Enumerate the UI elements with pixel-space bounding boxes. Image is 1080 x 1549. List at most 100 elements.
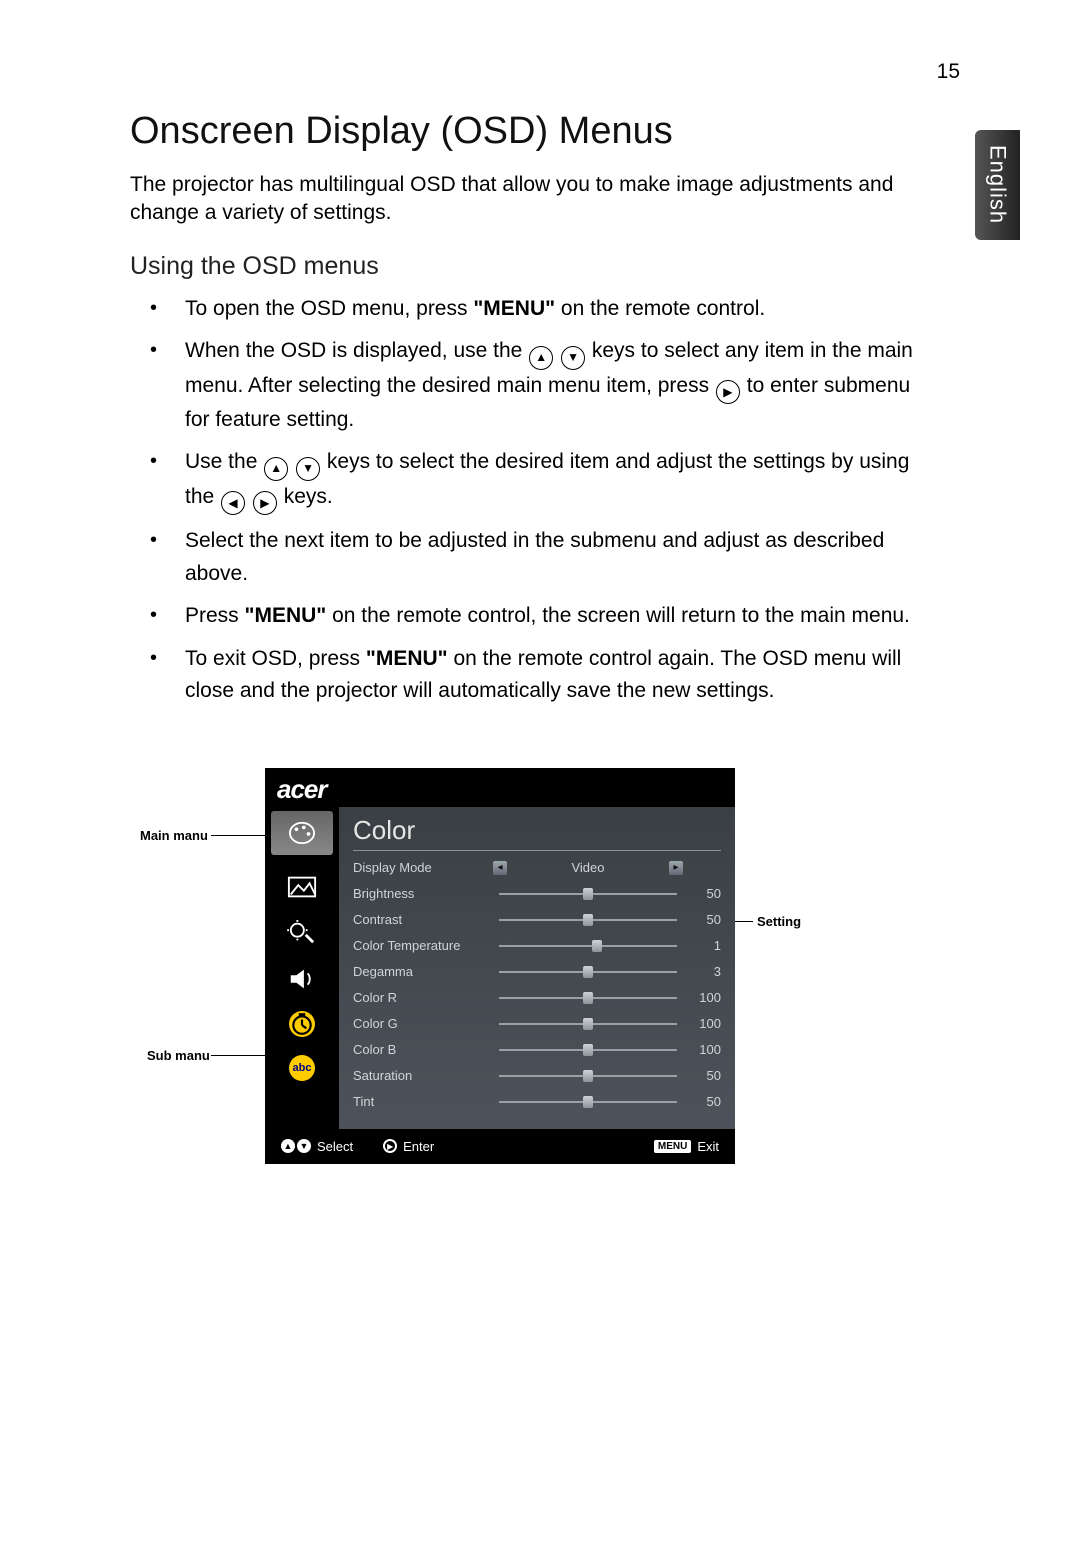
slider-track[interactable] — [499, 1049, 677, 1051]
enter-icon: ▶ — [383, 1139, 397, 1153]
language-tab-label: English — [985, 145, 1011, 224]
bullet-item: Select the next item to be adjusted in t… — [130, 525, 920, 590]
language-icon[interactable]: abc — [289, 1055, 315, 1081]
option-value: Video — [507, 860, 669, 875]
bullet-item: To exit OSD, press "MENU" on the remote … — [130, 643, 920, 708]
up-key-icon: ▲ — [529, 346, 553, 370]
slider-thumb[interactable] — [583, 1044, 593, 1056]
osd-main-panel: Color Display Mode◂Video▸Brightness50Con… — [339, 807, 735, 1129]
management-icon[interactable] — [285, 919, 319, 947]
image-icon[interactable] — [285, 873, 319, 901]
osd-row[interactable]: Brightness50 — [353, 881, 721, 907]
option-control[interactable]: ◂Video▸ — [493, 860, 683, 875]
slider-control[interactable] — [493, 919, 683, 921]
osd-row[interactable]: Color R100 — [353, 985, 721, 1011]
slider-control[interactable] — [493, 1101, 683, 1103]
slider-control[interactable] — [493, 1049, 683, 1051]
slider-value: 3 — [683, 964, 721, 979]
slider-thumb[interactable] — [583, 1070, 593, 1082]
slider-value: 50 — [683, 912, 721, 927]
menu-pill: MENU — [654, 1140, 691, 1153]
text: Press — [185, 604, 245, 627]
slider-value: 50 — [683, 1068, 721, 1083]
text: on the remote control. — [555, 297, 765, 320]
osd-row[interactable]: Contrast 50 — [353, 907, 721, 933]
osd-row[interactable]: Tint50 — [353, 1089, 721, 1115]
menu-key: "MENU" — [366, 647, 448, 670]
osd-figure: Main manu Sub manu Setting acer — [235, 768, 875, 1164]
section-subtitle: Using the OSD menus — [130, 252, 980, 281]
slider-thumb[interactable] — [583, 888, 593, 900]
slider-control[interactable] — [493, 945, 683, 947]
slider-track[interactable] — [499, 1023, 677, 1025]
slider-thumb[interactable] — [583, 914, 593, 926]
slider-track[interactable] — [499, 997, 677, 999]
osd-row-label: Contrast — [353, 912, 493, 927]
osd-row[interactable]: Degamma 3 — [353, 959, 721, 985]
left-arrow-icon[interactable]: ◂ — [493, 861, 507, 875]
osd-row[interactable]: Display Mode◂Video▸ — [353, 855, 721, 881]
intro-text: The projector has multilingual OSD that … — [130, 171, 910, 228]
osd-row-label: Color Temperature — [353, 938, 493, 953]
slider-track[interactable] — [499, 945, 677, 947]
osd-row-label: Color G — [353, 1016, 493, 1031]
osd-menu-title: Color — [353, 815, 721, 851]
callout-line — [211, 835, 271, 836]
sidebar-tab-color[interactable] — [271, 811, 333, 855]
osd-row-label: Color R — [353, 990, 493, 1005]
slider-thumb[interactable] — [583, 1096, 593, 1108]
right-key-icon: ▶ — [253, 491, 277, 515]
osd-row-label: Display Mode — [353, 860, 493, 875]
callout-main-menu: Main manu — [140, 828, 208, 843]
slider-control[interactable] — [493, 1023, 683, 1025]
slider-control[interactable] — [493, 1075, 683, 1077]
down-key-icon: ▼ — [561, 346, 585, 370]
menu-key: "MENU" — [473, 297, 555, 320]
timer-icon[interactable] — [289, 1011, 315, 1037]
footer-exit: MENU Exit — [654, 1139, 719, 1154]
osd-row[interactable]: Color G100 — [353, 1011, 721, 1037]
text: When the OSD is displayed, use the — [185, 339, 528, 362]
slider-thumb[interactable] — [583, 1018, 593, 1030]
bullet-item: To open the OSD menu, press "MENU" on th… — [130, 293, 920, 326]
instruction-list: To open the OSD menu, press "MENU" on th… — [130, 293, 920, 708]
language-tab: English — [975, 130, 1020, 240]
footer-enter-label: Enter — [403, 1139, 434, 1154]
bullet-item: Use the ▲ ▼ keys to select the desired i… — [130, 446, 920, 515]
slider-control[interactable] — [493, 893, 683, 895]
page-number: 15 — [937, 60, 960, 84]
footer-exit-label: Exit — [697, 1139, 719, 1154]
down-key-icon: ▼ — [296, 457, 320, 481]
osd-row-label: Saturation — [353, 1068, 493, 1083]
footer-enter: ▶ Enter — [383, 1139, 434, 1154]
osd-row[interactable]: Color B100 — [353, 1037, 721, 1063]
slider-track[interactable] — [499, 971, 677, 973]
osd-footer: ▲▼ Select ▶ Enter MENU Exit — [265, 1129, 735, 1164]
text: Use the — [185, 450, 263, 473]
right-arrow-icon[interactable]: ▸ — [669, 861, 683, 875]
slider-track[interactable] — [499, 1101, 677, 1103]
slider-control[interactable] — [493, 971, 683, 973]
osd-sidebar: abc — [265, 807, 339, 1129]
updown-icon: ▲▼ — [281, 1139, 311, 1153]
slider-control[interactable] — [493, 997, 683, 999]
slider-value: 1 — [683, 938, 721, 953]
text: To exit OSD, press — [185, 647, 366, 670]
slider-thumb[interactable] — [583, 966, 593, 978]
bullet-item: Press "MENU" on the remote control, the … — [130, 600, 920, 633]
slider-track[interactable] — [499, 1075, 677, 1077]
slider-thumb[interactable] — [583, 992, 593, 1004]
footer-select: ▲▼ Select — [281, 1139, 353, 1154]
osd-row[interactable]: Color Temperature 1 — [353, 933, 721, 959]
slider-track[interactable] — [499, 893, 677, 895]
osd-row-label: Color B — [353, 1042, 493, 1057]
osd-row[interactable]: Saturation 50 — [353, 1063, 721, 1089]
text: keys. — [284, 485, 333, 508]
page-title: Onscreen Display (OSD) Menus — [130, 110, 980, 153]
audio-icon[interactable] — [285, 965, 319, 993]
slider-thumb[interactable] — [592, 940, 602, 952]
slider-value: 50 — [683, 886, 721, 901]
slider-track[interactable] — [499, 919, 677, 921]
osd-row-label: Degamma — [353, 964, 493, 979]
osd-row-label: Tint — [353, 1094, 493, 1109]
